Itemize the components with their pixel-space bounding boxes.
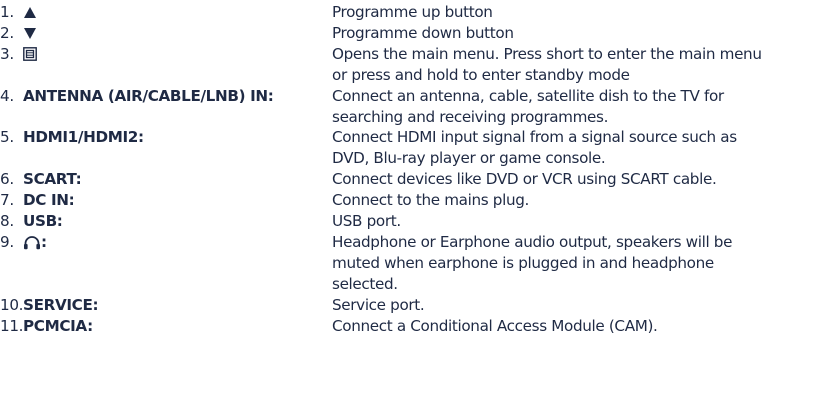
item-number: 3. (0, 44, 14, 63)
description-line: Connect a Conditional Access Module (CAM… (332, 316, 658, 335)
item-label: SCART: (23, 170, 82, 189)
item-label: : (23, 232, 332, 253)
triangle-down-icon (23, 27, 37, 40)
item-number: 4. (0, 86, 14, 105)
description-line: muted when earphone is plugged in and he… (332, 253, 714, 272)
list-item: 9. : Headphone or Earphone audio output,… (0, 232, 835, 295)
description-line: Programme down button (332, 23, 514, 42)
list-item: 5. HDMI1/HDMI2: Connect HDMI input signa… (0, 127, 835, 169)
item-description: Opens the main menu. Press short to ente… (332, 44, 835, 86)
item-label: USB: (23, 212, 63, 231)
headphone-label-colon: : (41, 232, 47, 251)
description-line: selected. (332, 274, 398, 293)
item-description: Service port. (332, 295, 835, 316)
item-label: ANTENNA (AIR/CABLE/LNB) IN: (23, 86, 274, 105)
list-item: 1. Programme up button (0, 2, 835, 23)
item-label: DC IN: (23, 191, 75, 210)
list-item: 4. ANTENNA (AIR/CABLE/LNB) IN: Connect a… (0, 86, 835, 128)
description-line: DVD, Blu-ray player or game console. (332, 149, 606, 168)
item-number: 8. (0, 212, 14, 231)
description-line: USB port. (332, 212, 401, 231)
item-label: SERVICE: (23, 295, 99, 314)
description-line: Headphone or Earphone audio output, spea… (332, 232, 733, 251)
headphone-icon (23, 235, 41, 250)
description-line: Programme up button (332, 3, 493, 21)
description-line: Connect to the mains plug. (332, 191, 529, 210)
item-description: Connect a Conditional Access Module (CAM… (332, 316, 835, 337)
item-description: Programme down button (332, 23, 835, 44)
item-label: HDMI1/HDMI2: (23, 128, 144, 147)
item-number: 6. (0, 170, 14, 189)
item-label: PCMCIA: (23, 316, 93, 335)
description-line: Service port. (332, 295, 425, 314)
item-number: 11. (0, 316, 24, 335)
item-label (23, 23, 332, 44)
item-description: Connect devices like DVD or VCR using SC… (332, 169, 835, 190)
description-line: or press and hold to enter standby mode (332, 65, 630, 84)
item-number: 2. (0, 23, 14, 42)
item-number: 1. (0, 3, 14, 21)
item-description: Connect HDMI input signal from a signal … (332, 127, 835, 169)
list-item: 7. DC IN: Connect to the mains plug. (0, 190, 835, 211)
item-number: 7. (0, 191, 14, 210)
item-label (23, 2, 332, 23)
list-item: 10. SERVICE: Service port. (0, 295, 835, 316)
item-description: Headphone or Earphone audio output, spea… (332, 232, 835, 295)
description-line: Connect devices like DVD or VCR using SC… (332, 170, 717, 189)
item-description: Connect an antenna, cable, satellite dis… (332, 86, 835, 128)
list-item: 2. Programme down button (0, 23, 835, 44)
item-description: Programme up button (332, 2, 835, 23)
list-item: 8. USB: USB port. (0, 211, 835, 232)
description-line: Connect HDMI input signal from a signal … (332, 128, 737, 147)
list-item: 3. Opens the main menu. Press short to e… (0, 44, 835, 86)
list-item: 6. SCART: Connect devices like DVD or VC… (0, 169, 835, 190)
description-line: Connect an antenna, cable, satellite dis… (332, 86, 724, 105)
menu-square-icon (23, 47, 37, 62)
item-description: Connect to the mains plug. (332, 190, 835, 211)
connector-list: 1. Programme up button 2. Programme down… (0, 2, 835, 337)
list-item: 11. PCMCIA: Connect a Conditional Access… (0, 316, 835, 337)
description-line: searching and receiving programmes. (332, 107, 609, 126)
item-label (23, 44, 332, 65)
triangle-up-icon (23, 6, 37, 19)
item-number: 5. (0, 128, 14, 147)
description-line: Opens the main menu. Press short to ente… (332, 44, 762, 63)
item-number: 9. (0, 232, 14, 251)
item-number: 10. (0, 295, 24, 314)
item-description: USB port. (332, 211, 835, 232)
